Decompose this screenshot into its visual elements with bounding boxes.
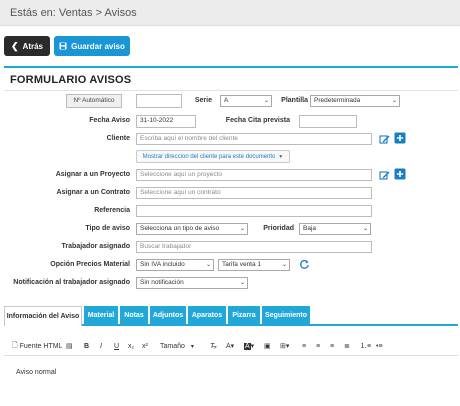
chevron-down-icon: ⌄ [205, 262, 211, 268]
image-icon[interactable]: ▣ [264, 340, 271, 352]
add-proyecto-icon[interactable] [394, 168, 406, 180]
editor-toolbar: 🗋 Fuente HTML ▤ B I U x₂ x² Tamaño ▾ T̶ₓ… [4, 336, 458, 356]
edit-proyecto-icon[interactable] [378, 169, 390, 181]
source-html-button[interactable]: 🗋 Fuente HTML [12, 340, 62, 352]
floppy-disk-icon [59, 42, 67, 50]
justify-icon[interactable]: ≣ [344, 340, 350, 352]
proyecto-label: Asignar a un Proyecto [55, 171, 130, 178]
plantilla-select[interactable]: Predeterminada ⌄ [310, 95, 400, 107]
align-center-icon[interactable]: ≡ [316, 340, 320, 352]
edit-cliente-icon[interactable] [378, 133, 390, 145]
mostrar-direccion-label: Mostrar direccion del cliente para este … [142, 153, 276, 160]
tab-informacion-aviso[interactable]: Información del Aviso [4, 306, 82, 326]
prioridad-label: Prioridad [263, 225, 294, 232]
editor-content[interactable]: Aviso normal [16, 369, 56, 376]
referencia-input[interactable] [136, 205, 372, 217]
editor-area[interactable]: Aviso normal [4, 357, 458, 406]
text-color-icon[interactable]: A▾ [226, 340, 234, 352]
unordered-list-icon[interactable]: •≡ [376, 340, 383, 352]
chevron-down-icon: ⌄ [362, 226, 368, 232]
fecha-cita-label: Fecha Cita prevista [225, 117, 290, 124]
tab-notas[interactable]: Notas [120, 306, 148, 324]
serie-label: Serie [194, 97, 212, 104]
fecha-cita-input[interactable] [299, 115, 357, 128]
chevron-down-icon: ⌄ [263, 98, 269, 104]
refresh-icon[interactable] [298, 258, 310, 270]
save-button[interactable]: Guardar aviso [54, 36, 130, 56]
form-title: FORMULARIO AVISOS [10, 74, 132, 86]
background-color-icon[interactable]: A ▾ [244, 340, 254, 352]
bold-icon[interactable]: B [84, 340, 89, 352]
underline-icon[interactable]: U [114, 340, 119, 352]
ordered-list-icon[interactable]: ⒈≡ [360, 340, 371, 352]
contrato-input[interactable]: Seleccione aquí un contrato [136, 187, 372, 199]
tab-seguimiento[interactable]: Seguimiento [262, 306, 310, 324]
tab-bar: Información del Aviso Material Notas Adj… [4, 306, 458, 326]
breadcrumb: Estás en: Ventas > Avisos [0, 0, 460, 26]
document-icon: 🗋 [12, 341, 18, 349]
add-cliente-icon[interactable] [394, 132, 406, 144]
cliente-label: Cliente [106, 135, 130, 142]
breadcrumb-text: Estás en: Ventas > Avisos [10, 7, 137, 19]
plantilla-label: Plantilla [281, 97, 308, 104]
cliente-input[interactable]: Escriba aquí el nombre del cliente [136, 133, 372, 145]
tipo-aviso-label: Tipo de aviso [85, 225, 130, 232]
referencia-label: Referencia [94, 207, 130, 214]
tab-aparatos[interactable]: Aparatos [188, 306, 226, 324]
tarifa-select[interactable]: Tarifa venta 1 ⌄ [218, 259, 290, 271]
prioridad-select[interactable]: Baja ⌄ [299, 223, 371, 235]
contrato-label: Asignar a un Contrato [56, 189, 130, 196]
trabajador-label: Trabajador asignado [61, 243, 130, 250]
numero-input[interactable] [136, 94, 182, 108]
notificacion-label: Notificación al trabajador asignado [13, 279, 130, 286]
align-left-icon[interactable]: ≡ [302, 340, 306, 352]
proyecto-input[interactable]: Seleccione aquí un proyecto [136, 169, 372, 181]
table-icon[interactable]: ⊞▾ [280, 340, 289, 352]
serie-select[interactable]: A ⌄ [220, 95, 272, 107]
align-right-icon[interactable]: ≡ [330, 340, 334, 352]
tab-pizarra[interactable]: Pizarra [228, 306, 260, 324]
chevron-down-icon: ⌄ [391, 98, 397, 104]
fecha-aviso-input[interactable]: 31-10-2022 [136, 115, 196, 128]
tab-material[interactable]: Material [84, 306, 118, 324]
italic-icon[interactable]: I [100, 340, 102, 352]
subscript-icon[interactable]: x₂ [128, 340, 134, 352]
back-button[interactable]: ❮ Atrás [4, 36, 50, 56]
chevron-left-icon: ❮ [11, 40, 19, 51]
fecha-aviso-label: Fecha Aviso [89, 117, 130, 124]
save-button-label: Guardar aviso [71, 41, 125, 51]
trabajador-input[interactable]: Buscar trabajador [136, 241, 372, 253]
chevron-down-icon: ⌄ [239, 280, 245, 286]
chevron-down-icon: ⌄ [281, 262, 287, 268]
mostrar-direccion-button[interactable]: Mostrar direccion del cliente para este … [136, 150, 290, 163]
numero-automatico-field[interactable]: Nº Automático [66, 94, 122, 108]
divider [4, 90, 458, 91]
chevron-down-icon: ▾ [190, 343, 194, 350]
clear-format-icon[interactable]: T̶ₓ [210, 340, 217, 352]
font-size-select[interactable]: Tamaño ▾ [160, 340, 194, 352]
paste-icon[interactable]: ▤ [66, 340, 73, 352]
precios-label: Opción Precios Material [50, 261, 130, 268]
superscript-icon[interactable]: x² [142, 340, 148, 352]
tab-adjuntos[interactable]: Adjuntos [150, 306, 186, 324]
precios-select[interactable]: Sin IVA incluido ⌄ [136, 259, 214, 271]
back-button-label: Atrás [22, 41, 43, 51]
caret-down-icon: ▼ [278, 153, 284, 160]
form-card: FORMULARIO AVISOS Nº Automático Serie A ⌄… [4, 66, 458, 296]
chevron-down-icon: ⌄ [239, 226, 245, 232]
tipo-aviso-select[interactable]: Selecciona un tipo de aviso ⌄ [136, 223, 248, 235]
notificacion-select[interactable]: Sin notificación ⌄ [136, 277, 248, 289]
